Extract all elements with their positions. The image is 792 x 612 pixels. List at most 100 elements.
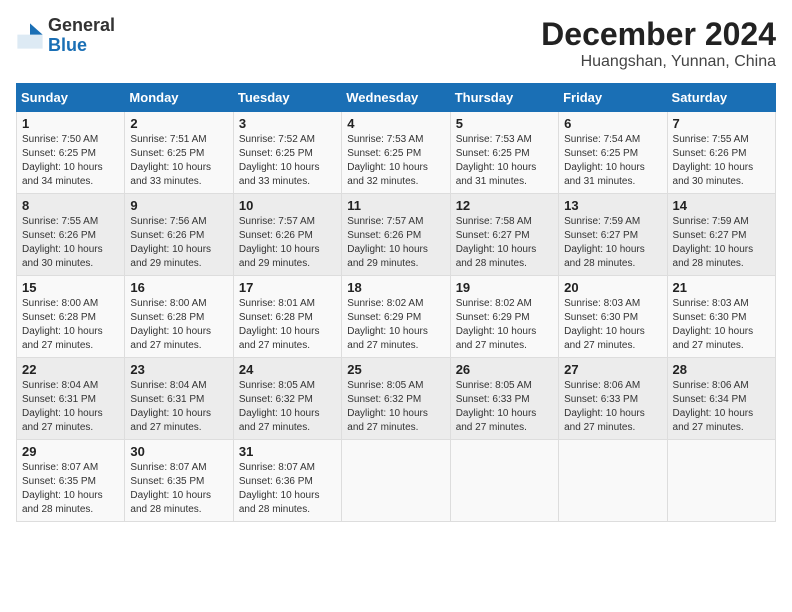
weekday-header-row: SundayMondayTuesdayWednesdayThursdayFrid… [17,84,776,112]
day-number: 13 [564,198,661,213]
day-number: 17 [239,280,336,295]
calendar-week-row: 15 Sunrise: 8:00 AM Sunset: 6:28 PM Dayli… [17,276,776,358]
calendar-day-cell: 10Sunrise: 7:57 AM Sunset: 6:26 PM Dayli… [233,194,341,276]
empty-day-cell [342,440,450,522]
weekday-header-sunday: Sunday [17,84,125,112]
calendar-week-row: 29 Sunrise: 8:07 AM Sunset: 6:35 PM Dayli… [17,440,776,522]
calendar-day-cell: 9 Sunrise: 7:56 AM Sunset: 6:26 PM Daylig… [125,194,233,276]
day-detail: Sunrise: 8:01 AM Sunset: 6:28 PM Dayligh… [239,297,336,353]
day-number: 9 [130,198,227,213]
day-detail: Sunrise: 7:56 AM Sunset: 6:26 PM Dayligh… [130,215,227,271]
logo: General Blue [16,16,115,56]
calendar-day-cell: 11Sunrise: 7:57 AM Sunset: 6:26 PM Dayli… [342,194,450,276]
day-detail: Sunrise: 7:51 AM Sunset: 6:25 PM Dayligh… [130,133,227,189]
weekday-header-tuesday: Tuesday [233,84,341,112]
day-number: 1 [22,116,119,131]
day-number: 7 [673,116,770,131]
day-detail: Sunrise: 8:02 AM Sunset: 6:29 PM Dayligh… [347,297,444,353]
calendar-day-cell: 20 Sunrise: 8:03 AM Sunset: 6:30 PM Dayli… [559,276,667,358]
empty-day-cell [450,440,558,522]
calendar-day-cell: 6 Sunrise: 7:54 AM Sunset: 6:25 PM Daylig… [559,112,667,194]
day-detail: Sunrise: 8:05 AM Sunset: 6:32 PM Dayligh… [239,379,336,435]
calendar-title: December 2024 [541,16,776,53]
day-detail: Sunrise: 8:02 AM Sunset: 6:29 PM Dayligh… [456,297,553,353]
day-detail: Sunrise: 8:07 AM Sunset: 6:35 PM Dayligh… [130,461,227,517]
day-number: 5 [456,116,553,131]
day-detail: Sunrise: 7:50 AM Sunset: 6:25 PM Dayligh… [22,133,119,189]
calendar-day-cell: 1 Sunrise: 7:50 AM Sunset: 6:25 PM Daylig… [17,112,125,194]
day-detail: Sunrise: 8:05 AM Sunset: 6:32 PM Dayligh… [347,379,444,435]
calendar-table: SundayMondayTuesdayWednesdayThursdayFrid… [16,83,776,522]
calendar-day-cell: 5 Sunrise: 7:53 AM Sunset: 6:25 PM Daylig… [450,112,558,194]
day-number: 30 [130,444,227,459]
calendar-day-cell: 26 Sunrise: 8:05 AM Sunset: 6:33 PM Dayli… [450,358,558,440]
day-detail: Sunrise: 8:04 AM Sunset: 6:31 PM Dayligh… [130,379,227,435]
day-number: 29 [22,444,119,459]
weekday-header-thursday: Thursday [450,84,558,112]
calendar-day-cell: 16 Sunrise: 8:00 AM Sunset: 6:28 PM Dayli… [125,276,233,358]
weekday-header-saturday: Saturday [667,84,775,112]
weekday-header-monday: Monday [125,84,233,112]
day-number: 25 [347,362,444,377]
calendar-day-cell: 2 Sunrise: 7:51 AM Sunset: 6:25 PM Daylig… [125,112,233,194]
day-detail: Sunrise: 8:03 AM Sunset: 6:30 PM Dayligh… [564,297,661,353]
day-detail: Sunrise: 7:59 AM Sunset: 6:27 PM Dayligh… [673,215,770,271]
calendar-day-cell: 31Sunrise: 8:07 AM Sunset: 6:36 PM Dayli… [233,440,341,522]
empty-day-cell [667,440,775,522]
day-detail: Sunrise: 7:55 AM Sunset: 6:26 PM Dayligh… [22,215,119,271]
calendar-day-cell: 18 Sunrise: 8:02 AM Sunset: 6:29 PM Dayli… [342,276,450,358]
day-number: 4 [347,116,444,131]
logo-icon [16,22,44,50]
day-detail: Sunrise: 8:06 AM Sunset: 6:33 PM Dayligh… [564,379,661,435]
calendar-day-cell: 30 Sunrise: 8:07 AM Sunset: 6:35 PM Dayli… [125,440,233,522]
calendar-day-cell: 12 Sunrise: 7:58 AM Sunset: 6:27 PM Dayli… [450,194,558,276]
day-number: 12 [456,198,553,213]
empty-day-cell [559,440,667,522]
calendar-day-cell: 15Sunrise: 8:00 AM Sunset: 6:28 PM Dayli… [17,276,125,358]
day-number: 26 [456,362,553,377]
day-detail: Sunrise: 7:58 AM Sunset: 6:27 PM Dayligh… [456,215,553,271]
day-detail: Sunrise: 7:57 AM Sunset: 6:26 PM Dayligh… [239,215,336,271]
calendar-week-row: 1 Sunrise: 7:50 AM Sunset: 6:25 PM Daylig… [17,112,776,194]
day-number: 3 [239,116,336,131]
calendar-day-cell: 23 Sunrise: 8:04 AM Sunset: 6:31 PM Dayli… [125,358,233,440]
page-header: General Blue December 2024 Huangshan, Yu… [16,16,776,71]
day-number: 6 [564,116,661,131]
calendar-day-cell: 25 Sunrise: 8:05 AM Sunset: 6:32 PM Dayli… [342,358,450,440]
day-detail: Sunrise: 7:54 AM Sunset: 6:25 PM Dayligh… [564,133,661,189]
calendar-day-cell: 28Sunrise: 8:06 AM Sunset: 6:34 PM Dayli… [667,358,775,440]
day-number: 24 [239,362,336,377]
day-detail: Sunrise: 7:53 AM Sunset: 6:25 PM Dayligh… [456,133,553,189]
calendar-subtitle: Huangshan, Yunnan, China [541,53,776,71]
calendar-day-cell: 27 Sunrise: 8:06 AM Sunset: 6:33 PM Dayli… [559,358,667,440]
day-number: 15 [22,280,119,295]
day-number: 20 [564,280,661,295]
day-number: 27 [564,362,661,377]
day-number: 16 [130,280,227,295]
day-number: 23 [130,362,227,377]
calendar-day-cell: 13Sunrise: 7:59 AM Sunset: 6:27 PM Dayli… [559,194,667,276]
day-number: 31 [239,444,336,459]
day-detail: Sunrise: 7:53 AM Sunset: 6:25 PM Dayligh… [347,133,444,189]
day-number: 18 [347,280,444,295]
day-number: 2 [130,116,227,131]
day-detail: Sunrise: 8:00 AM Sunset: 6:28 PM Dayligh… [130,297,227,353]
calendar-day-cell: 29 Sunrise: 8:07 AM Sunset: 6:35 PM Dayli… [17,440,125,522]
day-detail: Sunrise: 8:07 AM Sunset: 6:35 PM Dayligh… [22,461,119,517]
calendar-day-cell: 19 Sunrise: 8:02 AM Sunset: 6:29 PM Dayli… [450,276,558,358]
calendar-day-cell: 21Sunrise: 8:03 AM Sunset: 6:30 PM Dayli… [667,276,775,358]
day-number: 19 [456,280,553,295]
calendar-week-row: 8 Sunrise: 7:55 AM Sunset: 6:26 PM Daylig… [17,194,776,276]
calendar-week-row: 22Sunrise: 8:04 AM Sunset: 6:31 PM Dayli… [17,358,776,440]
calendar-day-cell: 7 Sunrise: 7:55 AM Sunset: 6:26 PM Daylig… [667,112,775,194]
day-detail: Sunrise: 7:57 AM Sunset: 6:26 PM Dayligh… [347,215,444,271]
day-detail: Sunrise: 8:05 AM Sunset: 6:33 PM Dayligh… [456,379,553,435]
day-number: 21 [673,280,770,295]
day-number: 8 [22,198,119,213]
day-detail: Sunrise: 7:55 AM Sunset: 6:26 PM Dayligh… [673,133,770,189]
calendar-day-cell: 3Sunrise: 7:52 AM Sunset: 6:25 PM Daylig… [233,112,341,194]
calendar-day-cell: 17 Sunrise: 8:01 AM Sunset: 6:28 PM Dayli… [233,276,341,358]
day-number: 28 [673,362,770,377]
title-block: December 2024 Huangshan, Yunnan, China [541,16,776,71]
weekday-header-friday: Friday [559,84,667,112]
